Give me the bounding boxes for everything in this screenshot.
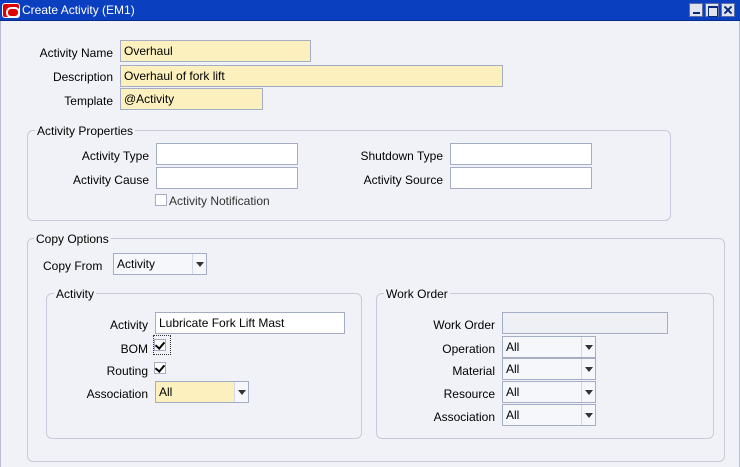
copy-activity-legend: Activity (54, 287, 97, 301)
copy-from-select[interactable]: Activity (113, 253, 207, 275)
activity-source-field[interactable] (450, 167, 592, 189)
activity-type-label: Activity Type (81, 149, 149, 163)
work-order-association-select[interactable]: All (502, 404, 596, 426)
resource-select[interactable]: All (502, 381, 596, 403)
activity-name-field[interactable]: Overhaul (120, 40, 311, 62)
shutdown-type-field[interactable] (450, 143, 592, 165)
template-label: Template (64, 94, 113, 108)
work-order-association-label: Association (433, 410, 495, 424)
template-field[interactable]: @Activity (120, 88, 263, 110)
material-label: Material (452, 364, 495, 378)
resource-value: All (506, 385, 520, 399)
window-title: Create Activity (EM1) (22, 3, 135, 17)
chevron-down-icon[interactable] (581, 359, 595, 379)
resource-label: Resource (443, 387, 495, 401)
activity-name-label: Activity Name (39, 46, 113, 60)
activity-cause-field[interactable] (156, 167, 298, 189)
activity-properties-legend: Activity Properties (35, 124, 136, 138)
material-value: All (506, 362, 520, 376)
minimize-icon[interactable] (689, 3, 703, 17)
material-select[interactable]: All (502, 358, 596, 380)
bom-label: BOM (120, 342, 148, 356)
operation-select[interactable]: All (502, 336, 596, 358)
work-order-association-value: All (506, 408, 520, 422)
operation-label: Operation (442, 342, 495, 356)
routing-label: Routing (106, 364, 148, 378)
bom-checkbox[interactable] (154, 339, 166, 351)
chevron-down-icon[interactable] (581, 337, 595, 357)
work-order-field[interactable] (502, 312, 668, 334)
form-body: Activity Name Overhaul Description Overh… (0, 21, 740, 467)
routing-checkbox[interactable] (154, 362, 166, 374)
chevron-down-icon[interactable] (234, 382, 248, 402)
copy-activity-field[interactable]: Lubricate Fork Lift Mast (155, 312, 345, 334)
operation-value: All (506, 340, 520, 354)
copy-activity-association-label: Association (86, 387, 148, 401)
maximize-icon[interactable] (705, 3, 719, 17)
activity-notification-label: Activity Notification (169, 194, 270, 208)
shutdown-type-label: Shutdown Type (360, 149, 443, 163)
activity-cause-label: Activity Cause (72, 173, 149, 187)
copy-options-legend: Copy Options (34, 232, 111, 246)
activity-source-label: Activity Source (363, 173, 443, 187)
close-icon[interactable] (721, 3, 735, 17)
chevron-down-icon[interactable] (192, 254, 206, 274)
copy-activity-association-value: All (159, 385, 173, 399)
oracle-logo-icon (2, 3, 20, 18)
window-titlebar: Create Activity (EM1) (0, 0, 740, 21)
activity-notification-checkbox[interactable] (155, 194, 167, 206)
copy-work-order-legend: Work Order (384, 287, 450, 301)
chevron-down-icon[interactable] (581, 382, 595, 402)
copy-activity-label: Activity (109, 318, 148, 332)
activity-type-field[interactable] (156, 143, 298, 165)
description-field[interactable]: Overhaul of fork lift (120, 65, 503, 87)
copy-activity-association-select[interactable]: All (155, 381, 249, 403)
description-label: Description (52, 70, 113, 84)
copy-from-label: Copy From (43, 259, 103, 273)
chevron-down-icon[interactable] (581, 405, 595, 425)
work-order-label: Work Order (433, 318, 495, 332)
copy-from-value: Activity (117, 257, 156, 271)
